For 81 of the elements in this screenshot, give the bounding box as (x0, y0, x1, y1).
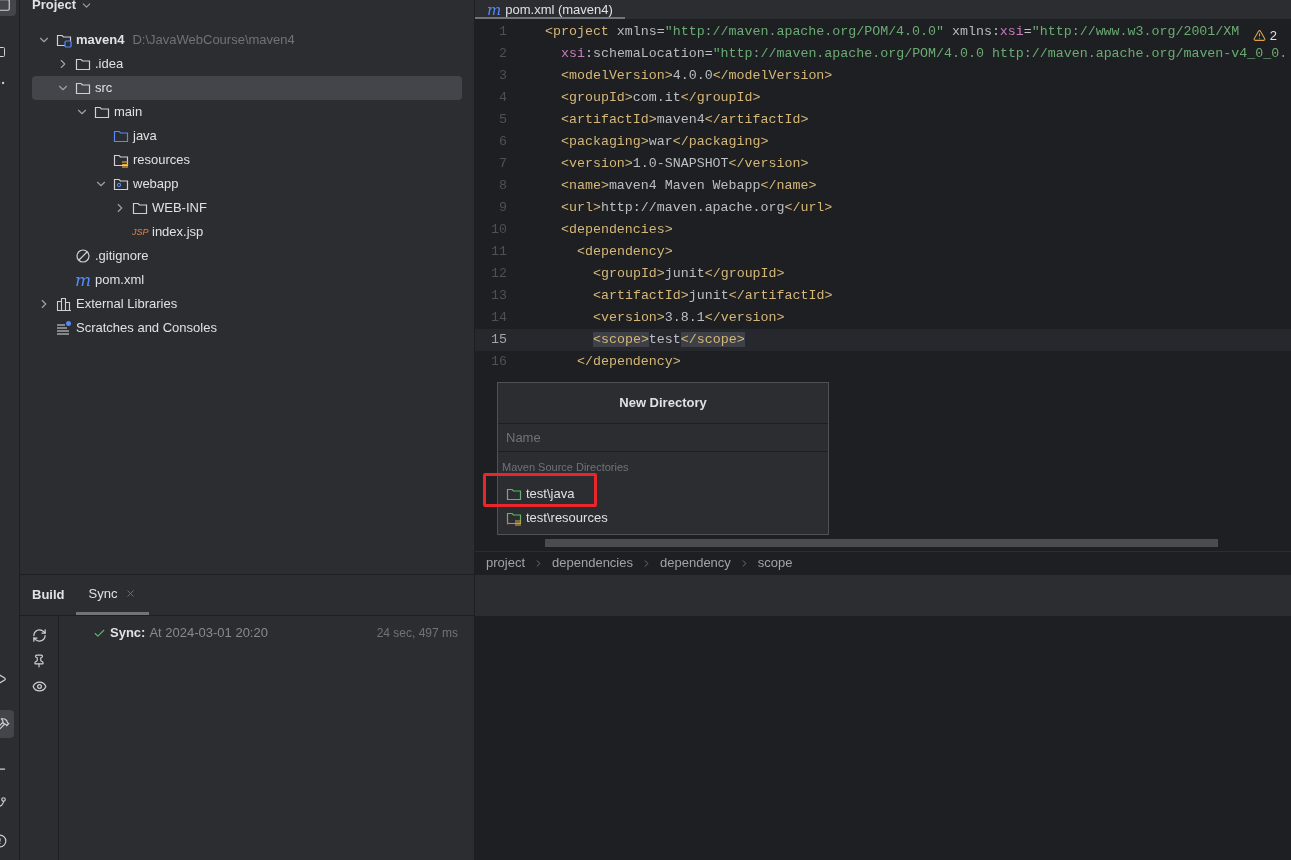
directory-option[interactable]: test\resources (498, 505, 828, 530)
web-folder-icon (113, 176, 129, 192)
refresh-icon[interactable] (31, 628, 47, 643)
folder-icon (94, 104, 110, 120)
tree-label: main (114, 103, 143, 122)
code-line: <packaging>war</packaging> (561, 133, 769, 152)
code-line: <version>3.8.1</version> (593, 309, 785, 328)
section-label: Maven Source Directories (501, 460, 630, 475)
tree-row[interactable]: resources (32, 148, 462, 172)
folder-icon (113, 128, 129, 144)
tree-label: webapp (133, 175, 179, 194)
tree-row[interactable]: .gitignore (32, 244, 462, 268)
tree-label: External Libraries (76, 295, 178, 314)
breadcrumb[interactable]: project (486, 553, 526, 573)
tree-row[interactable]: main (32, 100, 462, 124)
editor-tab[interactable]: m pom.xml (maven4) (475, 0, 625, 19)
breadcrumb[interactable]: dependency (660, 553, 731, 573)
tree-row[interactable]: WEB-INF (32, 196, 462, 220)
tree-label: Scratches and Consoles (76, 319, 217, 338)
directory-option[interactable]: test\java (498, 481, 828, 506)
tree-label: maven4 (76, 31, 125, 50)
tree-label: index.jsp (152, 223, 204, 242)
code-line: <dependencies> (561, 221, 673, 240)
code-line: <artifactId>maven4</artifactId> (561, 111, 809, 130)
maven-icon: m (487, 3, 502, 17)
code-line: <dependency> (577, 243, 673, 262)
tree-row[interactable]: m pom.xml (32, 268, 462, 292)
tree-row[interactable]: src (32, 76, 462, 100)
panel-tab[interactable]: Sync (75, 575, 150, 615)
duration-label: 24 sec, 497 ms (376, 625, 458, 642)
jsp-icon: JSP (132, 227, 148, 237)
pin-icon[interactable] (32, 654, 46, 668)
ignore-icon (75, 248, 91, 264)
warning-icon (1252, 29, 1266, 43)
breadcrumb[interactable]: scope (757, 553, 793, 573)
code-line: <groupId>com.it</groupId> (561, 89, 761, 108)
tree-label: WEB-INF (152, 199, 207, 218)
scratches-icon (56, 320, 72, 336)
tree-row[interactable]: java (32, 124, 462, 148)
path-label: D:\JavaWebCourse\maven4 (132, 31, 295, 50)
tree-row[interactable]: maven4 D:\JavaWebCourse\maven4 (32, 28, 462, 52)
panel-title: Project (32, 0, 77, 15)
tree-row[interactable]: webapp (32, 172, 462, 196)
horizontal-scrollbar[interactable] (545, 539, 1218, 547)
code-line: <project xmlns="http://maven.apache.org/POM/4.0.0" xmlns:xsi="http://www.w3.org/2001/XM (545, 23, 1240, 42)
code-line: <artifactId>junit</artifactId> (593, 287, 833, 306)
event-time: At 2024-03-01 20:20 (149, 624, 268, 643)
tree-row[interactable]: External Libraries (32, 292, 462, 316)
code-line: <name>maven4 Maven Webapp</name> (561, 177, 817, 196)
code-line: <scope>test</scope> (593, 331, 745, 350)
code-line: <url>http://maven.apache.org</url> (561, 199, 833, 218)
module-folder-icon (56, 32, 72, 48)
code-line: </dependency> (577, 353, 681, 372)
tree-label: .gitignore (95, 247, 149, 266)
line-number: 15 (490, 331, 507, 350)
code-line: <groupId>junit</groupId> (593, 265, 785, 284)
hammer-icon[interactable] (0, 717, 10, 731)
name-field[interactable]: Name (498, 423, 828, 452)
tree-row[interactable]: JSP index.jsp (32, 220, 462, 244)
tree-row[interactable]: .idea (32, 52, 462, 76)
code-line: xsi:schemaLocation="http://maven.apache.org/POM/4.0.0 http://maven.apache.org/maven-v4_0_0. (561, 45, 1288, 64)
maven-icon: m (75, 271, 91, 289)
event-label: Sync: (110, 624, 146, 643)
tree-row[interactable]: Scratches and Consoles (32, 316, 462, 340)
eye-icon[interactable] (31, 679, 47, 694)
breadcrumb[interactable]: dependencies (552, 553, 633, 573)
folder-icon (75, 56, 91, 72)
tree-label: src (95, 79, 113, 98)
folder-icon (75, 80, 91, 96)
tree-label: .idea (95, 55, 124, 74)
panel-title: Build (32, 586, 65, 605)
code-line: <version>1.0-SNAPSHOT</version> (561, 155, 809, 174)
code-line: <modelVersion>4.0.0</modelVersion> (561, 67, 833, 86)
close-icon[interactable] (125, 588, 137, 599)
tree-label: resources (133, 151, 191, 170)
folder-icon (132, 200, 148, 216)
libraries-icon (56, 296, 72, 312)
popup-title: New Directory (618, 394, 708, 413)
tree-label: pom.xml (95, 271, 145, 290)
resources-folder-icon (113, 152, 129, 168)
tree-label: java (133, 127, 157, 146)
